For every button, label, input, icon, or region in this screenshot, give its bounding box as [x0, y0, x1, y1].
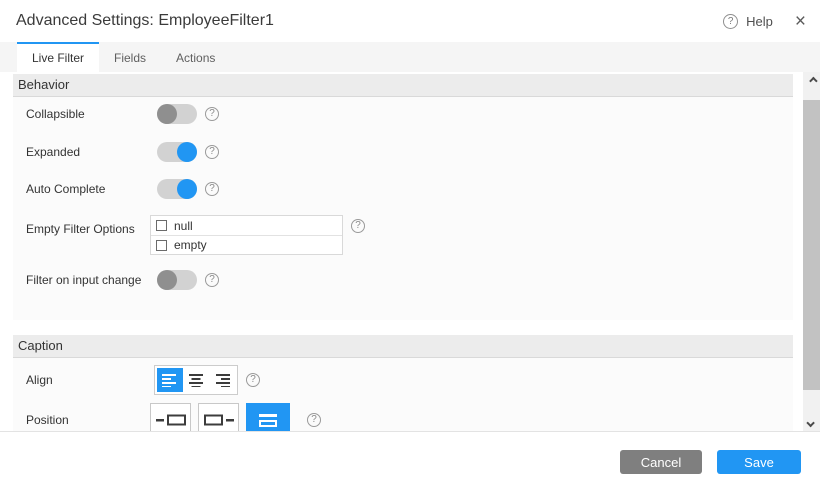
vertical-scrollbar[interactable] — [803, 72, 820, 431]
empty-filter-options-row: Empty Filter Options null empty ? — [26, 215, 365, 255]
collapsible-toggle[interactable] — [157, 104, 197, 124]
auto-complete-label: Auto Complete — [26, 182, 157, 196]
caption-right-icon — [204, 414, 234, 426]
collapsible-label: Collapsible — [26, 107, 157, 121]
toggle-knob — [157, 104, 177, 124]
align-button-group — [154, 365, 238, 395]
filter-on-input-change-toggle[interactable] — [157, 270, 197, 290]
caption-section-header: Caption — [13, 335, 793, 358]
toggle-knob — [177, 179, 197, 199]
help-icon[interactable]: ? — [246, 373, 260, 387]
align-label: Align — [26, 373, 154, 387]
empty-checkbox-label: empty — [174, 238, 207, 252]
dialog-header: Advanced Settings: EmployeeFilter1 ? Hel… — [0, 0, 820, 42]
toggle-knob — [157, 270, 177, 290]
caption-left-button[interactable] — [150, 403, 191, 431]
align-center-button[interactable] — [183, 368, 209, 392]
align-right-button[interactable] — [209, 368, 235, 392]
empty-filter-options-listbox: null empty — [150, 215, 343, 255]
caption-left-icon — [156, 414, 186, 426]
position-label: Position — [26, 413, 150, 427]
scrollbar-thumb[interactable] — [803, 100, 820, 390]
collapsible-row: Collapsible ? — [26, 104, 219, 124]
cancel-button[interactable]: Cancel — [620, 450, 702, 474]
header-actions: ? Help × — [723, 0, 806, 42]
caption-top-button[interactable] — [246, 403, 290, 431]
list-item-null[interactable]: null — [151, 216, 342, 235]
position-row: Position ? — [26, 403, 321, 431]
caption-right-button[interactable] — [198, 403, 239, 431]
null-checkbox[interactable] — [156, 220, 167, 231]
auto-complete-row: Auto Complete ? — [26, 179, 219, 199]
settings-scroll-area: Behavior Collapsible ? Expanded ? Auto C… — [0, 72, 820, 431]
filter-on-input-change-label: Filter on input change — [26, 273, 157, 287]
empty-checkbox[interactable] — [156, 240, 167, 251]
filter-on-input-change-row: Filter on input change ? — [26, 270, 219, 290]
scroll-up-icon[interactable] — [803, 72, 820, 89]
align-right-icon — [214, 373, 230, 387]
expanded-label: Expanded — [26, 145, 157, 159]
null-checkbox-label: null — [174, 219, 193, 233]
tab-fields[interactable]: Fields — [99, 42, 161, 72]
auto-complete-toggle[interactable] — [157, 179, 197, 199]
align-center-icon — [188, 373, 204, 387]
align-left-button[interactable] — [157, 368, 183, 392]
scroll-down-icon[interactable] — [803, 414, 820, 431]
dialog-title: Advanced Settings: EmployeeFilter1 — [16, 12, 274, 30]
advanced-settings-dialog: Advanced Settings: EmployeeFilter1 ? Hel… — [0, 0, 820, 487]
caption-top-icon — [258, 414, 278, 427]
list-item-empty[interactable]: empty — [151, 235, 342, 254]
help-icon[interactable]: ? — [351, 219, 365, 233]
tab-actions[interactable]: Actions — [161, 42, 230, 72]
help-icon[interactable]: ? — [205, 145, 219, 159]
tab-bar: Live Filter Fields Actions — [0, 42, 820, 72]
position-button-group — [150, 403, 290, 431]
expanded-toggle[interactable] — [157, 142, 197, 162]
save-button[interactable]: Save — [717, 450, 801, 474]
help-icon[interactable]: ? — [723, 14, 738, 29]
close-icon[interactable]: × — [795, 12, 806, 31]
toggle-knob — [177, 142, 197, 162]
tab-live-filter[interactable]: Live Filter — [17, 42, 99, 72]
behavior-section-header: Behavior — [13, 74, 793, 97]
help-icon[interactable]: ? — [205, 182, 219, 196]
align-left-icon — [162, 373, 178, 387]
empty-filter-options-label: Empty Filter Options — [26, 215, 150, 236]
help-icon[interactable]: ? — [205, 273, 219, 287]
help-link[interactable]: Help — [746, 14, 773, 29]
align-row: Align ? — [26, 365, 260, 395]
help-icon[interactable]: ? — [307, 413, 321, 427]
dialog-footer: Cancel Save — [0, 431, 820, 487]
expanded-row: Expanded ? — [26, 142, 219, 162]
help-icon[interactable]: ? — [205, 107, 219, 121]
